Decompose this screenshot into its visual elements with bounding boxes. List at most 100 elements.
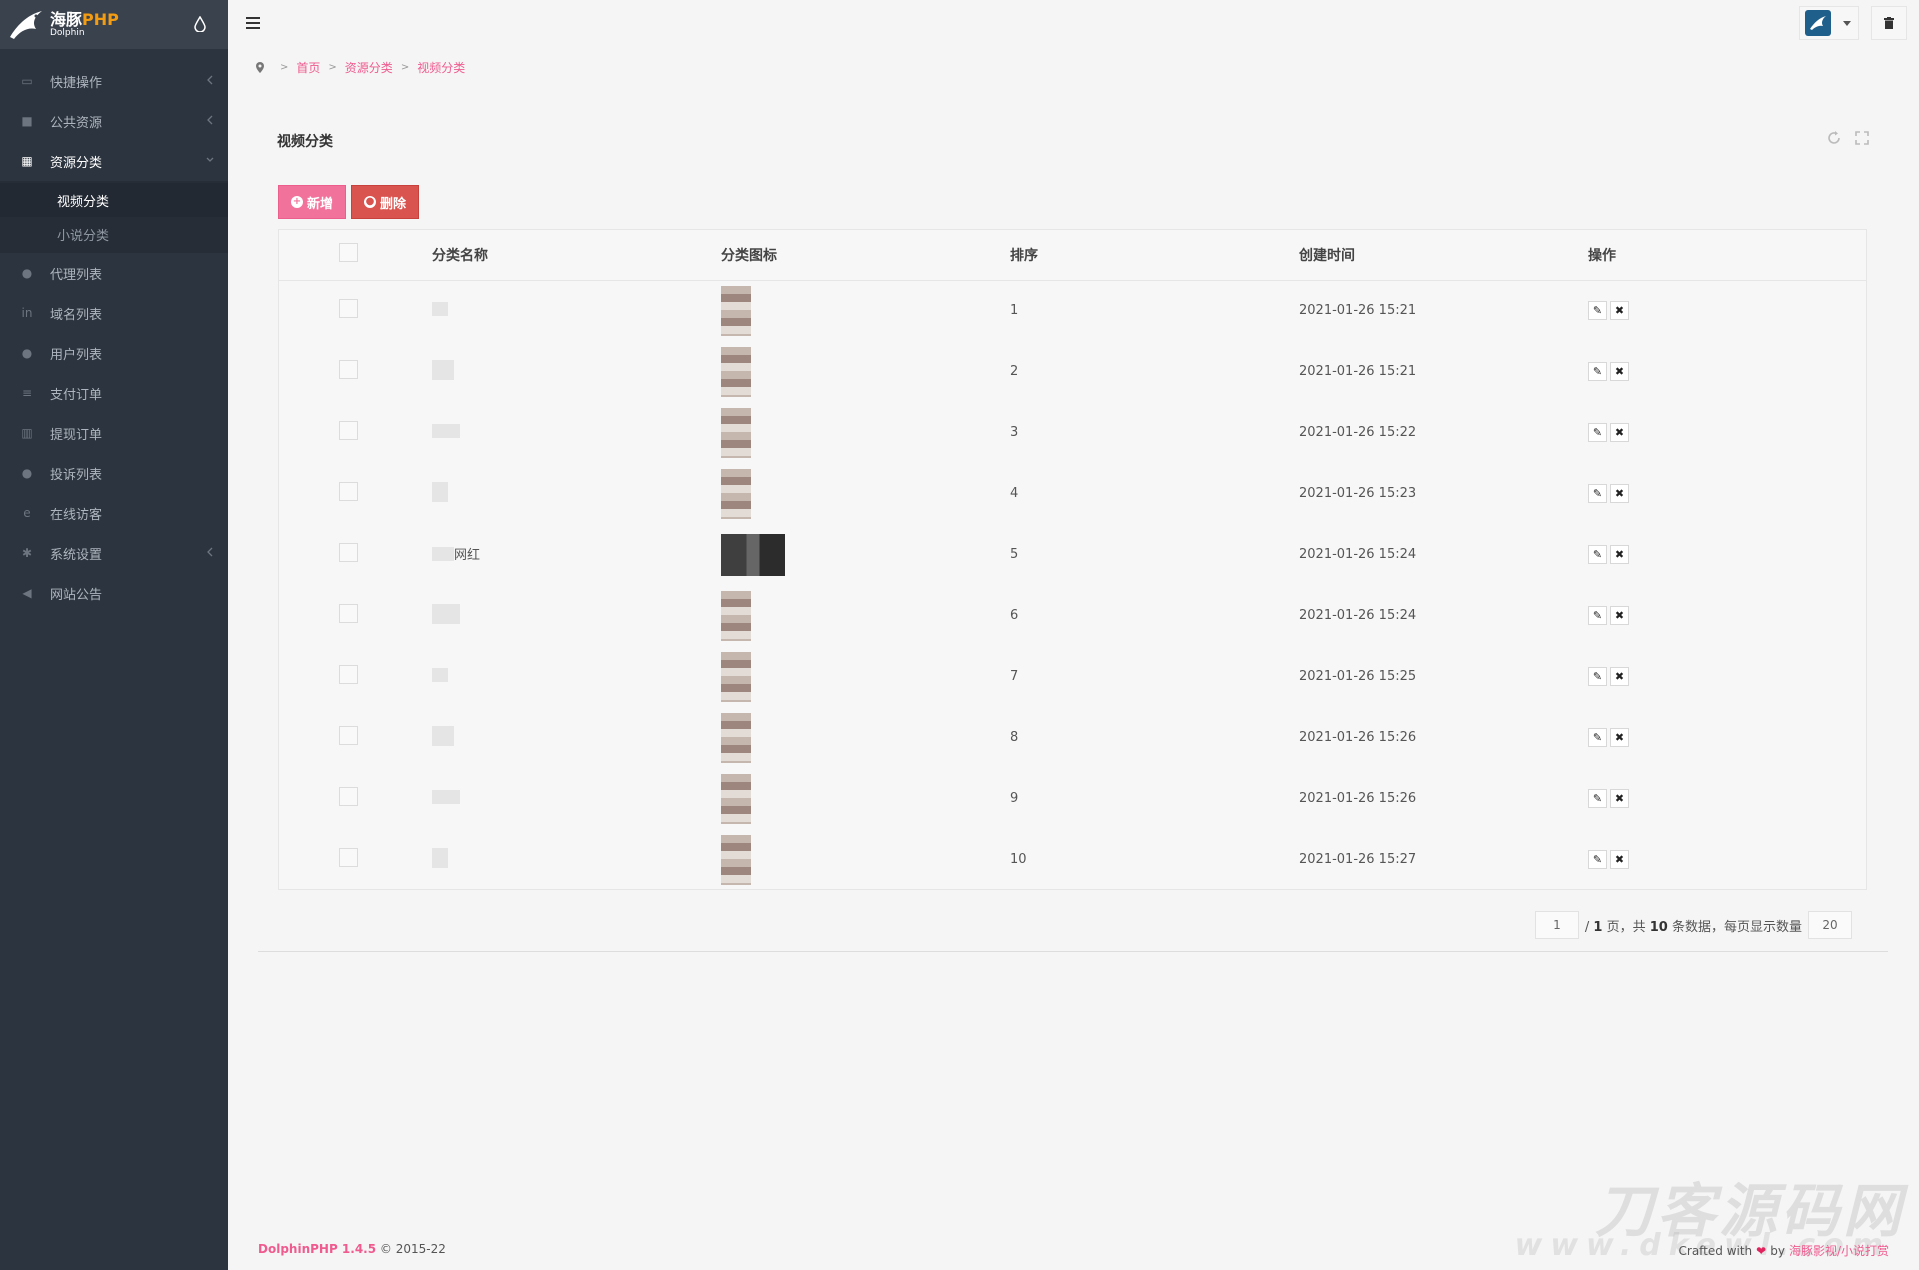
delete-row-button[interactable]: ✖	[1610, 484, 1629, 503]
page-size-input[interactable]	[1808, 911, 1852, 939]
edit-button[interactable]: ✎	[1588, 606, 1607, 625]
sidebar-item-8[interactable]: ● 投诉列表	[0, 453, 228, 493]
breadcrumb-resource-category[interactable]: 资源分类	[345, 59, 393, 76]
category-thumbnail[interactable]	[721, 590, 751, 641]
add-button[interactable]: + 新增	[278, 185, 347, 219]
sort-cell: 3	[1010, 425, 1019, 440]
refresh-icon[interactable]	[1827, 131, 1841, 145]
sidebar-item-9[interactable]: e 在线访客	[0, 493, 228, 533]
sidebar-item-11[interactable]: ◀ 网站公告	[0, 573, 228, 613]
heart-icon: ❤	[1756, 1243, 1767, 1258]
category-icon-cell	[721, 463, 1010, 524]
category-thumbnail[interactable]	[721, 346, 751, 397]
row-checkbox[interactable]	[339, 543, 358, 562]
sidebar-item-1[interactable]: ■ 公共资源	[0, 101, 228, 141]
sidebar-item-label: 支付订单	[50, 387, 103, 403]
delete-row-button[interactable]: ✖	[1610, 728, 1629, 747]
delete-button[interactable]: ● 删除	[351, 185, 420, 219]
footer-version[interactable]: DolphinPHP 1.4.5	[258, 1242, 376, 1256]
category-icon-cell	[721, 524, 1010, 585]
footer-link[interactable]: 海豚影视/小说打赏	[1789, 1242, 1889, 1259]
column-header-sort[interactable]: 排序	[1010, 230, 1299, 280]
sidebar-item-label: 用户列表	[50, 347, 103, 363]
sidebar-subitem-1[interactable]: 小说分类	[0, 217, 228, 251]
column-header-icon[interactable]: 分类图标	[721, 230, 1010, 280]
category-name	[432, 423, 460, 438]
edit-button[interactable]: ✎	[1588, 301, 1607, 321]
category-thumbnail[interactable]	[721, 712, 751, 763]
sidebar-item-5[interactable]: ● 用户列表	[0, 333, 228, 373]
edit-button[interactable]: ✎	[1588, 484, 1607, 503]
edit-button[interactable]: ✎	[1588, 545, 1607, 564]
page-number-input[interactable]	[1534, 911, 1579, 939]
sidebar-item-10[interactable]: ✱ 系统设置	[0, 533, 228, 573]
row-checkbox[interactable]	[339, 299, 358, 319]
pencil-icon: ✎	[1592, 548, 1603, 561]
delete-row-button[interactable]: ✖	[1610, 606, 1629, 625]
user-menu-button[interactable]	[1799, 6, 1859, 40]
category-thumbnail[interactable]	[721, 468, 751, 519]
sidebar-subitem-0[interactable]: 视频分类	[0, 183, 228, 217]
pencil-icon: ✎	[1592, 670, 1603, 683]
edit-button[interactable]: ✎	[1588, 789, 1607, 808]
column-header-created[interactable]: 创建时间	[1299, 230, 1588, 280]
clear-cache-button[interactable]	[1871, 6, 1907, 40]
bank-icon: ▥	[21, 426, 33, 440]
category-thumbnail[interactable]	[721, 285, 751, 336]
footer-copyright: © 2015-22	[379, 1242, 446, 1256]
edit-button[interactable]: ✎	[1588, 728, 1607, 747]
fullscreen-icon[interactable]	[1855, 131, 1869, 145]
sidebar-item-6[interactable]: ≡ 支付订单	[0, 373, 228, 413]
sidebar-item-3[interactable]: ● 代理列表	[0, 253, 228, 293]
created-time-cell: 2021-01-26 15:23	[1299, 486, 1417, 501]
delete-row-button[interactable]: ✖	[1610, 850, 1629, 869]
category-icon-cell	[721, 585, 1010, 646]
edit-button[interactable]: ✎	[1588, 667, 1607, 686]
actions-cell: ✎ ✖	[1588, 768, 1866, 829]
row-checkbox[interactable]	[339, 848, 358, 867]
theme-drop-icon[interactable]	[194, 16, 206, 32]
delete-row-button[interactable]: ✖	[1610, 789, 1629, 808]
delete-row-button[interactable]: ✖	[1610, 423, 1629, 442]
breadcrumb-video-category[interactable]: 视频分类	[417, 59, 465, 76]
row-checkbox[interactable]	[339, 360, 358, 379]
row-checkbox[interactable]	[339, 482, 358, 501]
row-select-cell	[279, 585, 432, 646]
delete-row-button[interactable]: ✖	[1610, 301, 1629, 321]
category-thumbnail[interactable]	[721, 834, 751, 885]
select-all-checkbox[interactable]	[339, 243, 358, 263]
sidebar-item-0[interactable]: ▭ 快捷操作	[0, 61, 228, 101]
category-icon-cell	[721, 768, 1010, 829]
actions-cell: ✎ ✖	[1588, 585, 1866, 646]
category-thumbnail[interactable]	[721, 533, 785, 576]
row-checkbox[interactable]	[339, 421, 358, 440]
row-checkbox[interactable]	[339, 604, 358, 623]
actions-cell: ✎ ✖	[1588, 341, 1866, 402]
row-checkbox[interactable]	[339, 787, 358, 806]
sidebar-item-4[interactable]: in 域名列表	[0, 293, 228, 333]
sidebar-item-2[interactable]: ▦ 资源分类	[0, 141, 228, 181]
topbar	[228, 0, 1919, 49]
row-checkbox[interactable]	[339, 665, 358, 684]
column-header-name[interactable]: 分类名称	[432, 230, 721, 280]
category-thumbnail[interactable]	[721, 407, 751, 458]
edit-button[interactable]: ✎	[1588, 423, 1607, 442]
sidebar-item-label: 提现订单	[50, 427, 103, 443]
redacted-name-block	[432, 301, 448, 316]
category-thumbnail[interactable]	[721, 651, 751, 702]
edit-button[interactable]: ✎	[1588, 850, 1607, 869]
trash-icon	[1884, 17, 1894, 29]
delete-button-label: 删除	[380, 196, 407, 212]
category-thumbnail[interactable]	[721, 773, 751, 824]
created-time-cell: 2021-01-26 15:26	[1299, 730, 1417, 745]
row-checkbox[interactable]	[339, 726, 358, 745]
breadcrumb-home[interactable]: 首页	[296, 59, 320, 76]
category-name	[432, 847, 448, 868]
sidebar-item-7[interactable]: ▥ 提现订单	[0, 413, 228, 453]
delete-row-button[interactable]: ✖	[1610, 545, 1629, 564]
brand-text[interactable]: 海豚PHP Dolphin	[50, 11, 119, 38]
delete-row-button[interactable]: ✖	[1610, 667, 1629, 686]
delete-row-button[interactable]: ✖	[1610, 362, 1629, 381]
menu-toggle-icon[interactable]	[246, 17, 260, 29]
edit-button[interactable]: ✎	[1588, 362, 1607, 381]
